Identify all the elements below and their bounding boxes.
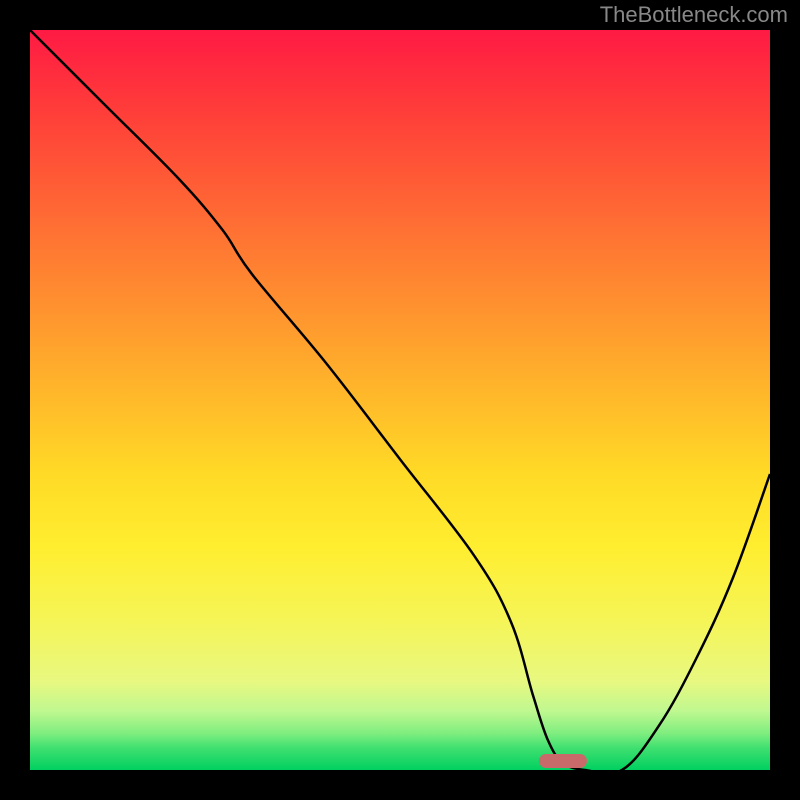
- watermark-text: TheBottleneck.com: [600, 2, 788, 28]
- plot-area: [30, 30, 770, 770]
- optimal-marker: [539, 754, 587, 768]
- bottleneck-curve: [30, 30, 770, 770]
- chart-container: TheBottleneck.com: [0, 0, 800, 800]
